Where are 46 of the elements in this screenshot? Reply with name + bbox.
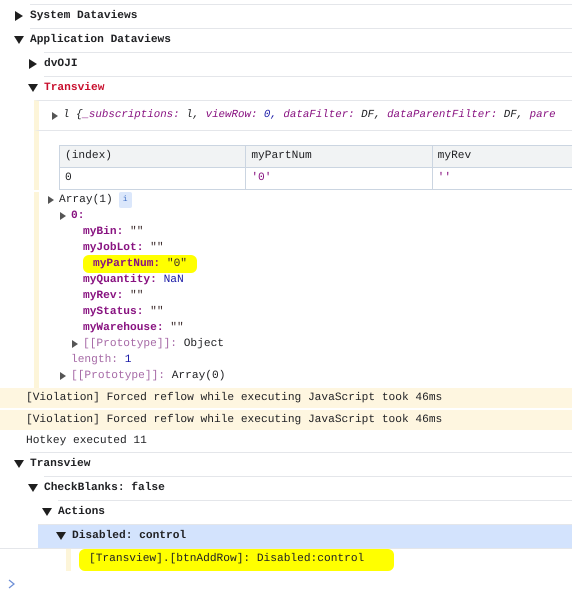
object-preview[interactable]: l {_subscriptions: l, viewRow: 0, dataFilter: DF, dataParentFilter: DF, pare bbox=[63, 107, 556, 124]
property-entry: myWarehouse: "" bbox=[83, 320, 184, 336]
expand-triangle-icon[interactable] bbox=[14, 11, 24, 21]
group-row[interactable]: Disabled: control bbox=[38, 524, 572, 548]
group-label[interactable]: Transview bbox=[44, 80, 104, 97]
violation-message: [Violation] Forced reflow while executing JavaScript took 46ms bbox=[26, 412, 442, 428]
collapse-triangle-icon[interactable] bbox=[14, 35, 24, 45]
table-cell: '0' bbox=[246, 167, 432, 190]
property-entry: myBin: "" bbox=[83, 224, 144, 240]
expand-triangle-icon[interactable] bbox=[71, 340, 79, 348]
expand-triangle-icon[interactable] bbox=[47, 196, 55, 204]
property-entry: myRev: "" bbox=[83, 288, 144, 304]
collapse-triangle-icon[interactable] bbox=[28, 83, 38, 93]
group-label[interactable]: Disabled: control bbox=[72, 528, 186, 544]
group-label[interactable]: Transview bbox=[30, 456, 90, 472]
property-entry: [[Prototype]]: Object bbox=[83, 336, 224, 352]
violation-message: [Violation] Forced reflow while executing JavaScript took 46ms bbox=[26, 390, 442, 406]
property-entry: myJobLot: "" bbox=[83, 240, 164, 256]
expand-triangle-icon[interactable] bbox=[28, 59, 38, 69]
group-label[interactable]: Application Dataviews bbox=[30, 32, 171, 49]
property-entry: myPartNum: "0" bbox=[83, 254, 198, 273]
collapse-triangle-icon[interactable] bbox=[42, 506, 52, 517]
log-message: Hotkey executed 11 bbox=[26, 435, 147, 448]
property-entry: length: 1 bbox=[71, 352, 132, 368]
prompt-chevron-icon[interactable] bbox=[8, 578, 15, 589]
group-label[interactable]: dvOJI bbox=[44, 56, 78, 73]
group-label[interactable]: CheckBlanks: false bbox=[44, 480, 165, 496]
info-badge[interactable]: i bbox=[118, 192, 132, 208]
property-entry: myQuantity: NaN bbox=[83, 272, 184, 288]
collapse-triangle-icon[interactable] bbox=[56, 531, 66, 542]
column-header[interactable]: (index) bbox=[60, 146, 246, 168]
property-entry: 0: bbox=[71, 208, 84, 224]
column-header[interactable]: myPartNum bbox=[246, 146, 432, 168]
array-label[interactable]: Array(1) bbox=[59, 192, 113, 208]
table-cell: 0 bbox=[60, 167, 246, 190]
log-message: [Transview].[btnAddRow]: Disabled:control bbox=[79, 548, 394, 572]
collapse-triangle-icon[interactable] bbox=[28, 482, 38, 493]
expand-triangle-icon[interactable] bbox=[59, 212, 67, 220]
group-label[interactable]: System Dataviews bbox=[30, 8, 138, 25]
collapse-triangle-icon[interactable] bbox=[14, 458, 24, 469]
group-label[interactable]: Actions bbox=[58, 504, 105, 520]
property-entry: myStatus: "" bbox=[83, 304, 164, 320]
expand-triangle-icon[interactable] bbox=[59, 372, 67, 380]
property-entry: [[Prototype]]: Array(0) bbox=[71, 368, 226, 384]
expand-triangle-icon[interactable] bbox=[51, 112, 59, 120]
column-header[interactable]: myRev bbox=[432, 146, 572, 168]
